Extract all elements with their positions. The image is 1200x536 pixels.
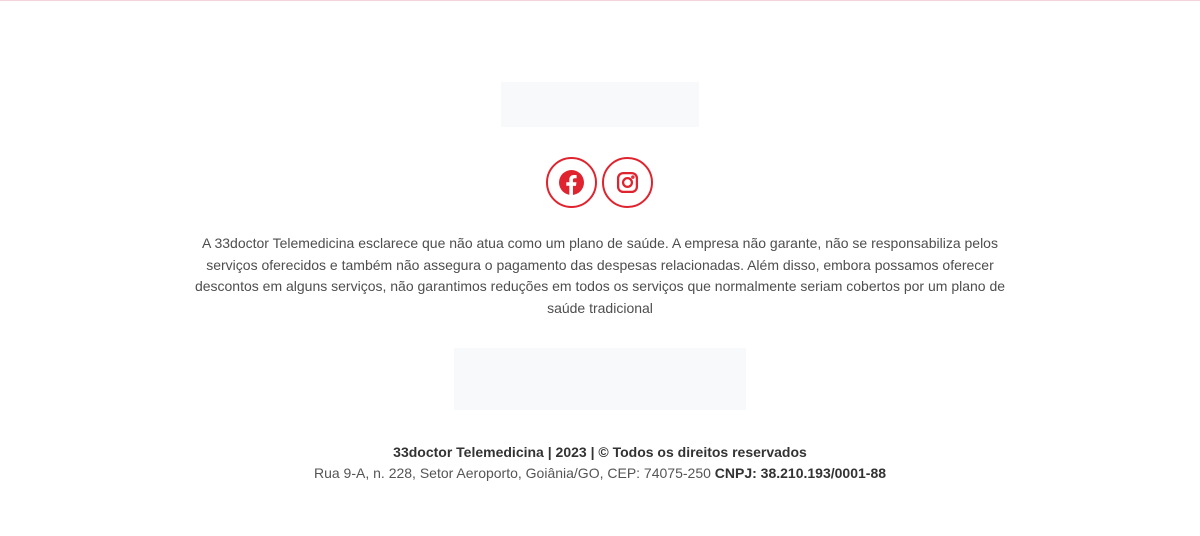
facebook-link[interactable] <box>546 157 597 208</box>
copyright-text: 33doctor Telemedicina | 2023 | © Todos o… <box>393 444 807 460</box>
cnpj-text: CNPJ: 38.210.193/0001-88 <box>714 465 887 481</box>
address-text: Rua 9-A, n. 228, Setor Aeroporto, Goiâni… <box>313 465 711 481</box>
site-footer: A 33doctor Telemedicina esclarece que nã… <box>0 0 1200 536</box>
instagram-link[interactable] <box>602 157 653 208</box>
logo[interactable] <box>501 82 699 127</box>
company-address: Rua 9-A, n. 228, Setor Aeroporto, Goiâni… <box>0 463 1200 484</box>
certification-badge <box>454 348 746 410</box>
social-links <box>546 157 654 209</box>
instagram-icon <box>616 171 639 194</box>
disclaimer-text: A 33doctor Telemedicina esclarece que nã… <box>194 235 1006 316</box>
facebook-icon <box>559 170 584 195</box>
